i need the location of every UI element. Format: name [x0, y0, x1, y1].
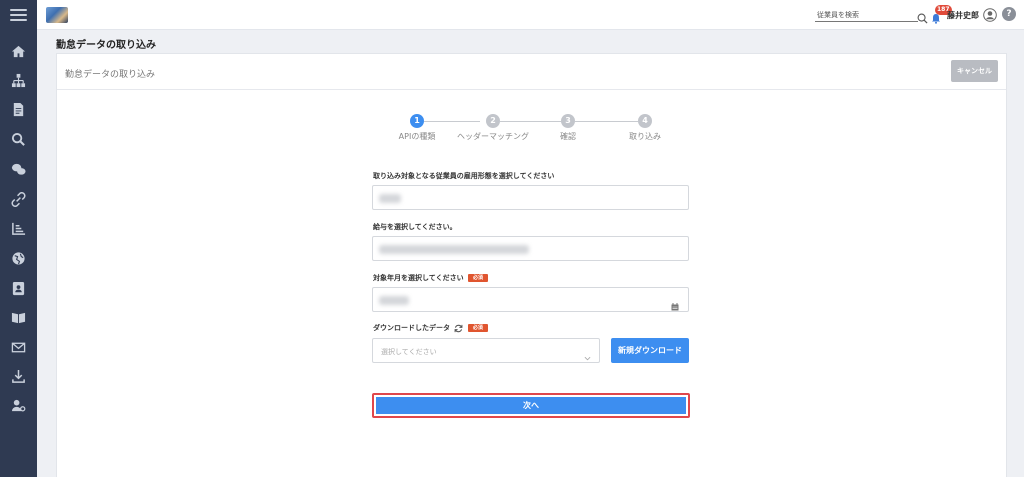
card-header: 勤怠データの取り込み キャンセル	[57, 54, 1006, 90]
step-number: 4	[638, 114, 652, 128]
redacted-value	[379, 296, 409, 305]
redacted-value	[379, 194, 401, 203]
home-icon[interactable]	[11, 44, 26, 59]
book-icon[interactable]	[11, 310, 26, 325]
logo[interactable]	[46, 7, 68, 23]
page-title: 勤怠データの取り込み	[56, 40, 156, 51]
target-month-input[interactable]	[372, 287, 689, 312]
next-button-highlight: 次へ	[372, 393, 690, 418]
calendar-icon[interactable]	[671, 296, 679, 311]
step-number: 2	[486, 114, 500, 128]
employment-type-select[interactable]	[372, 185, 689, 210]
employee-search-input[interactable]: 従業員を検索	[815, 9, 918, 22]
select-placeholder: 選択してください	[381, 348, 437, 356]
user-settings-icon[interactable]	[11, 398, 26, 413]
downloaded-data-label-text: ダウンロードしたデータ	[373, 324, 450, 332]
card-title: 勤怠データの取り込み	[65, 70, 156, 80]
username[interactable]: 藤井史郎	[947, 10, 979, 21]
chat-icon[interactable]	[11, 162, 26, 177]
step-number: 1	[410, 114, 424, 128]
step-4: 4 取り込み	[595, 114, 695, 142]
salary-label: 給与を選択してください。	[373, 223, 457, 231]
contact-card-icon[interactable]	[11, 281, 26, 296]
redacted-value	[379, 245, 529, 254]
search-icon[interactable]	[917, 9, 928, 24]
employment-type-label: 取り込み対象となる従業員の雇用形態を選択してください	[373, 172, 555, 180]
sidebar	[0, 0, 37, 477]
top-bar: 従業員を検索 187 藤井史郎 ?	[37, 0, 1024, 30]
target-month-label-text: 対象年月を選択してください	[373, 274, 464, 282]
salary-select[interactable]	[372, 236, 689, 261]
document-icon[interactable]	[11, 102, 26, 117]
chevron-down-icon	[584, 347, 591, 361]
step-number: 3	[561, 114, 575, 128]
next-button[interactable]: 次へ	[376, 397, 686, 414]
new-download-button[interactable]: 新規ダウンロード	[611, 338, 689, 363]
target-month-label: 対象年月を選択してください 必須	[373, 273, 489, 283]
downloaded-data-select[interactable]: 選択してください	[372, 338, 600, 363]
chart-icon[interactable]	[11, 221, 26, 236]
download-icon[interactable]	[11, 369, 26, 384]
org-chart-icon[interactable]	[11, 73, 26, 88]
hamburger-menu-icon[interactable]	[10, 9, 27, 21]
cancel-button[interactable]: キャンセル	[951, 60, 998, 82]
downloaded-data-label: ダウンロードしたデータ 必須	[373, 323, 488, 333]
link-icon[interactable]	[11, 192, 26, 207]
search-icon[interactable]	[11, 132, 26, 147]
required-badge: 必須	[468, 274, 489, 282]
required-badge: 必須	[467, 324, 488, 332]
step-label: 取り込み	[629, 132, 661, 141]
globe-icon[interactable]	[11, 251, 26, 266]
user-avatar-icon[interactable]	[983, 7, 997, 22]
refresh-icon[interactable]	[454, 324, 463, 333]
help-icon[interactable]: ?	[1002, 7, 1016, 21]
mail-icon[interactable]	[11, 340, 26, 355]
